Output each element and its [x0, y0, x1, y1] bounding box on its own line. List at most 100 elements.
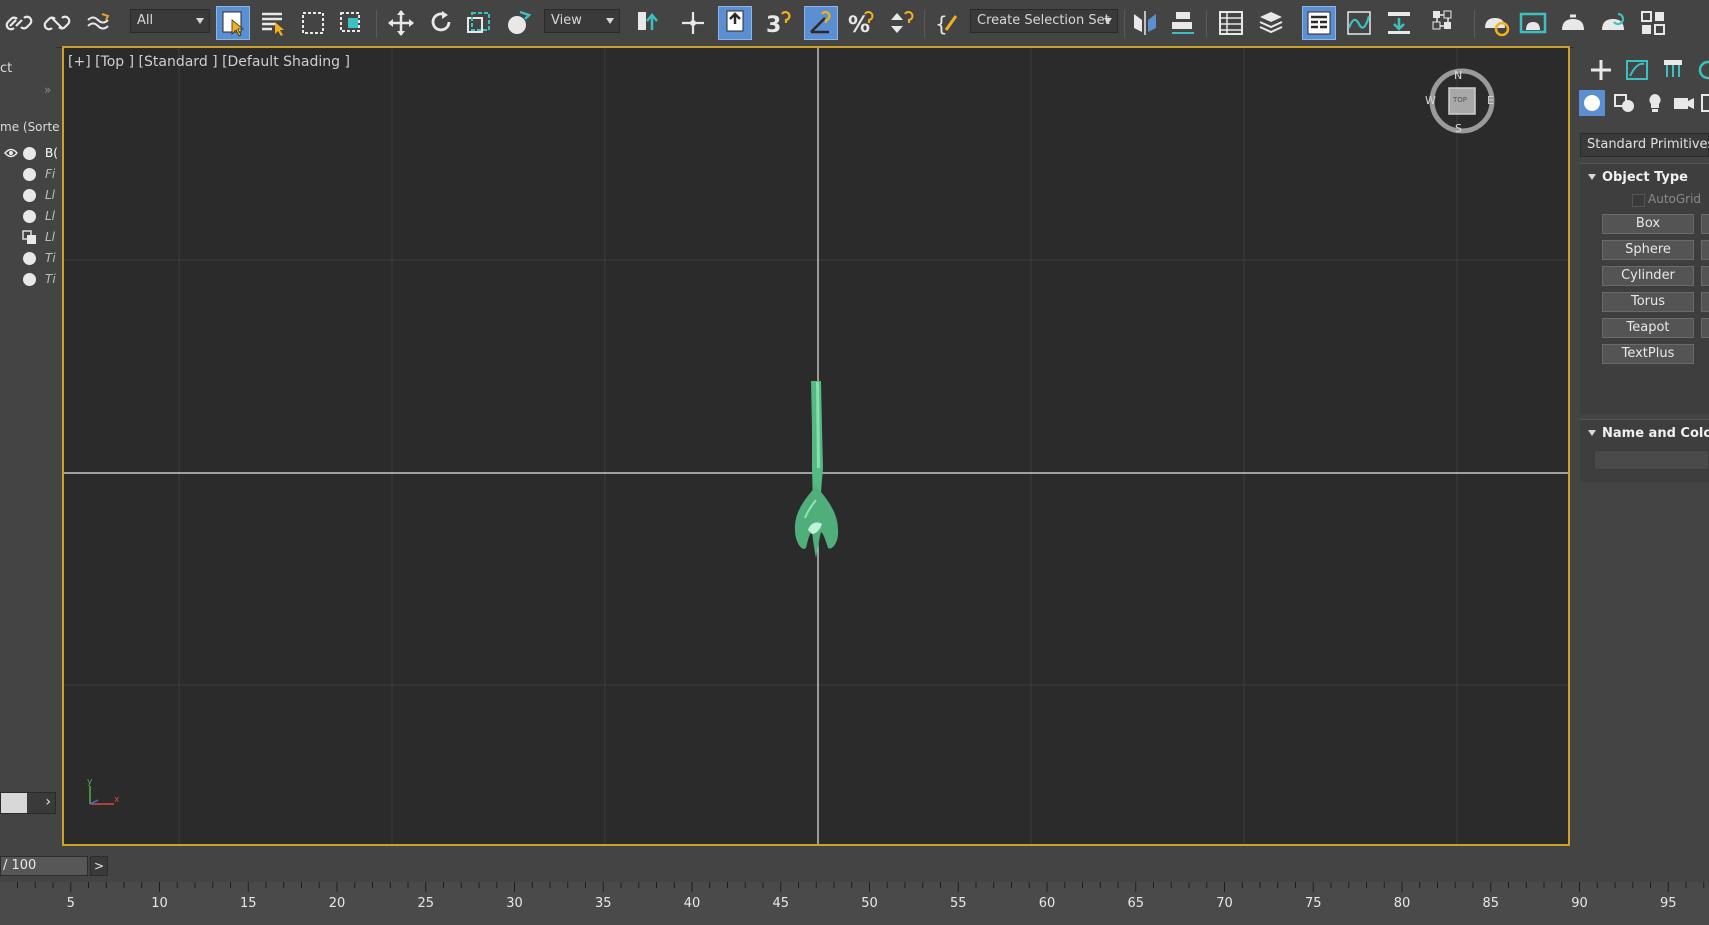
- list-item[interactable]: Ll: [0, 186, 56, 206]
- renderable-dot-icon[interactable]: [23, 147, 36, 160]
- bind-space-warp-icon[interactable]: [82, 6, 116, 40]
- tube-button[interactable]: [1701, 266, 1709, 286]
- schematic-view-icon[interactable]: [1382, 6, 1416, 40]
- toggle-layer-explorer-icon[interactable]: [1254, 6, 1288, 40]
- tick-label: 80: [1393, 896, 1411, 911]
- viewport-label[interactable]: [+] [Top ] [Standard ] [Default Shading …: [68, 54, 350, 70]
- pivot-center-icon[interactable]: [630, 6, 664, 40]
- toggle-ribbon-icon[interactable]: [1302, 6, 1336, 40]
- time-slider[interactable]: / 100: [0, 856, 88, 876]
- select-object-icon[interactable]: [216, 6, 250, 40]
- object-type-title[interactable]: Object Type: [1602, 170, 1688, 185]
- collapse-triangle-icon[interactable]: [1588, 430, 1596, 436]
- box-button[interactable]: Box: [1602, 214, 1694, 234]
- tick-label: 25: [417, 896, 435, 911]
- render-production-icon[interactable]: [1556, 6, 1590, 40]
- select-manipulate-icon[interactable]: [676, 6, 710, 40]
- fork-object[interactable]: [794, 381, 839, 558]
- renderable-dot-icon[interactable]: [23, 273, 36, 286]
- scale-icon[interactable]: [462, 6, 496, 40]
- list-item[interactable]: Ti: [0, 270, 56, 290]
- tick-label: 45: [772, 896, 790, 911]
- compass-south: S: [1455, 122, 1462, 135]
- light-object-icon[interactable]: [22, 230, 37, 245]
- link-icon[interactable]: [2, 6, 36, 40]
- explorer-scrollbar[interactable]: ›: [0, 792, 56, 814]
- named-selection-dropdown[interactable]: Create Selection Set: [970, 9, 1118, 33]
- toggle-scene-explorer-icon[interactable]: [1214, 6, 1248, 40]
- render-setup-icon[interactable]: [1478, 6, 1512, 40]
- collapse-triangle-icon[interactable]: [1588, 174, 1596, 180]
- cameras-category-icon[interactable]: [1671, 90, 1697, 116]
- material-editor-icon[interactable]: [1428, 6, 1462, 40]
- spinner-snap-icon[interactable]: [884, 6, 918, 40]
- placement-icon[interactable]: [502, 6, 536, 40]
- mirror-icon[interactable]: [1128, 6, 1162, 40]
- a360-cloud-icon[interactable]: [1636, 6, 1670, 40]
- compass-north: N: [1454, 69, 1463, 82]
- selection-filter-dropdown[interactable]: All: [130, 9, 210, 33]
- edit-named-selection-icon[interactable]: {: [930, 6, 964, 40]
- hierarchy-tab-icon[interactable]: [1660, 57, 1686, 83]
- render-iterative-icon[interactable]: [1596, 6, 1630, 40]
- viewcube[interactable]: N S E W TOP: [1424, 63, 1500, 139]
- top-viewport[interactable]: y x [+] [Top ] [Standard ] [Default Shad…: [62, 46, 1570, 846]
- rotate-icon[interactable]: [424, 6, 458, 40]
- plane-button[interactable]: [1701, 318, 1709, 338]
- primitive-category-dropdown[interactable]: Standard Primitives: [1580, 133, 1709, 157]
- teapot-button[interactable]: Teapot: [1602, 318, 1694, 338]
- list-item[interactable]: Fi: [0, 165, 56, 185]
- sphere-button[interactable]: Sphere: [1602, 240, 1694, 260]
- geosphere-button[interactable]: [1701, 240, 1709, 260]
- tick-label: 10: [151, 896, 168, 911]
- autogrid-label: AutoGrid: [1648, 192, 1702, 206]
- geometry-category-icon[interactable]: [1579, 90, 1605, 116]
- align-icon[interactable]: [1166, 6, 1200, 40]
- modify-tab-icon[interactable]: [1624, 57, 1650, 83]
- helpers-category-icon[interactable]: [1699, 90, 1709, 116]
- percent-snap-icon[interactable]: %: [844, 6, 878, 40]
- chevron-right-icon[interactable]: ›: [45, 794, 51, 810]
- unlink-icon[interactable]: [40, 6, 74, 40]
- name-column-header[interactable]: me (Sorte: [0, 120, 60, 134]
- shapes-category-icon[interactable]: [1612, 90, 1638, 116]
- renderable-dot-icon[interactable]: [23, 168, 36, 181]
- reference-coordinate-dropdown[interactable]: View: [544, 9, 620, 33]
- tick-label: 15: [239, 896, 257, 911]
- create-tab-icon[interactable]: [1588, 57, 1614, 83]
- svg-text:y: y: [87, 777, 93, 787]
- next-frame-button[interactable]: >: [90, 856, 108, 876]
- list-item[interactable]: B(: [0, 144, 58, 164]
- move-icon[interactable]: [384, 6, 418, 40]
- torus-button[interactable]: Torus: [1602, 292, 1694, 312]
- viewport-canvas[interactable]: y x: [64, 48, 1568, 844]
- renderable-dot-icon[interactable]: [23, 189, 36, 202]
- eye-icon[interactable]: [4, 148, 18, 158]
- autogrid-checkbox[interactable]: [1632, 194, 1645, 207]
- cone-button[interactable]: [1701, 214, 1709, 234]
- angle-snap-icon[interactable]: [804, 6, 838, 40]
- expand-chevron-icon[interactable]: »: [44, 83, 51, 97]
- textplus-button[interactable]: TextPlus: [1602, 344, 1694, 364]
- rectangular-selection-icon[interactable]: [296, 6, 330, 40]
- curve-editor-icon[interactable]: [1342, 6, 1376, 40]
- scrollbar-thumb[interactable]: [1, 793, 27, 813]
- object-name-field[interactable]: [1594, 450, 1709, 470]
- tick-label: 70: [1216, 896, 1233, 911]
- pyramid-button[interactable]: [1701, 292, 1709, 312]
- motion-tab-icon[interactable]: [1695, 57, 1709, 83]
- name-and-color-title[interactable]: Name and Color: [1602, 426, 1709, 441]
- renderable-dot-icon[interactable]: [23, 252, 36, 265]
- select-by-name-icon[interactable]: [256, 6, 290, 40]
- rendered-frame-window-icon[interactable]: [1516, 6, 1550, 40]
- window-crossing-icon[interactable]: [334, 6, 368, 40]
- snaps-toggle-icon[interactable]: 3: [762, 6, 796, 40]
- viewcube-face-label[interactable]: TOP: [1453, 96, 1467, 104]
- cylinder-button[interactable]: Cylinder: [1602, 266, 1694, 286]
- list-item[interactable]: Ti: [0, 249, 56, 269]
- keyboard-shortcut-icon[interactable]: [718, 6, 752, 40]
- list-item[interactable]: Ll: [0, 228, 56, 248]
- renderable-dot-icon[interactable]: [23, 210, 36, 223]
- list-item[interactable]: Ll: [0, 207, 56, 227]
- lights-category-icon[interactable]: [1642, 90, 1668, 116]
